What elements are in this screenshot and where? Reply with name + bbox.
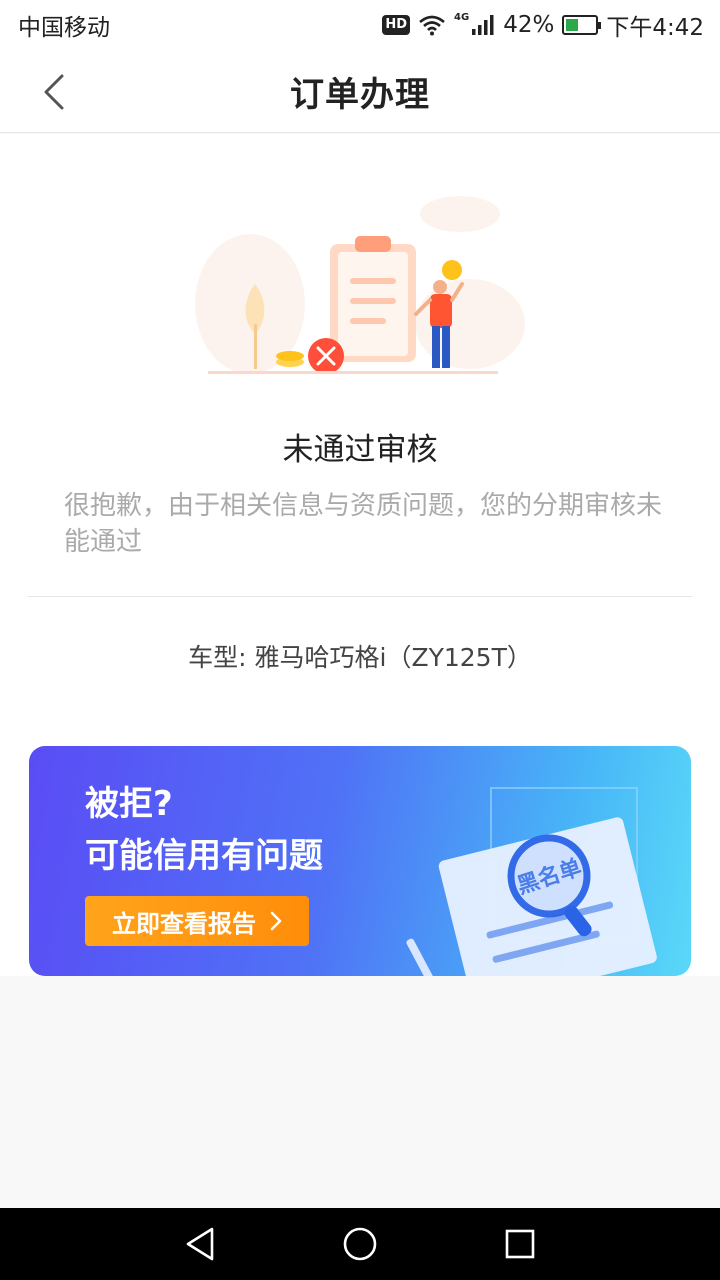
vehicle-model: 车型: 雅马哈巧格i（ZY125T） [188,643,532,672]
chevron-left-icon [44,74,64,110]
page-title: 订单办理 [290,74,430,115]
carrier-name: 中国移动 [18,15,110,41]
credit-report-banner[interactable]: 被拒? 可能信用有问题 立即查看报告 黑名单 [29,746,691,976]
result-title: 未通过审核 [282,432,438,468]
square-recents-icon [505,1229,535,1259]
back-button[interactable] [30,72,78,112]
status-icons: HD 4G 42% 下午4:42 [382,8,704,42]
battery-level-fill [566,19,579,31]
chevron-right-icon [270,911,282,931]
hd-icon: HD [382,15,411,35]
nav-bar: 订单办理 [0,50,720,133]
system-home-button[interactable] [340,1224,380,1264]
wifi-icon [419,15,445,36]
network-type-label: 4G [454,11,470,23]
triangle-back-icon [186,1227,214,1261]
view-report-button[interactable]: 立即查看报告 [85,896,309,946]
system-recents-button[interactable] [500,1224,540,1264]
view-report-label: 立即查看报告 [112,909,256,938]
circle-home-icon [343,1227,377,1261]
banner-subheadline: 可能信用有问题 [85,836,323,876]
status-bar: 中国移动 HD 4G 42% 下午4:42 [0,0,720,50]
signal-icon [472,15,494,35]
battery-percent: 42% [503,12,555,38]
main-content: 未通过审核 很抱歉，由于相关信息与资质问题，您的分期审核未能通过 车型: 雅马哈… [0,134,720,976]
banner-headline: 被拒? [85,784,173,824]
result-description: 很抱歉，由于相关信息与资质问题，您的分期审核未能通过 [64,491,663,557]
blacklist-document-icon: 黑名单 [406,787,657,976]
rejected-application-illustration [195,196,525,374]
system-nav-bar [0,1208,720,1280]
battery-icon [562,15,602,35]
clock: 下午4:42 [606,15,704,41]
divider [28,596,692,597]
system-back-button[interactable] [180,1224,220,1264]
